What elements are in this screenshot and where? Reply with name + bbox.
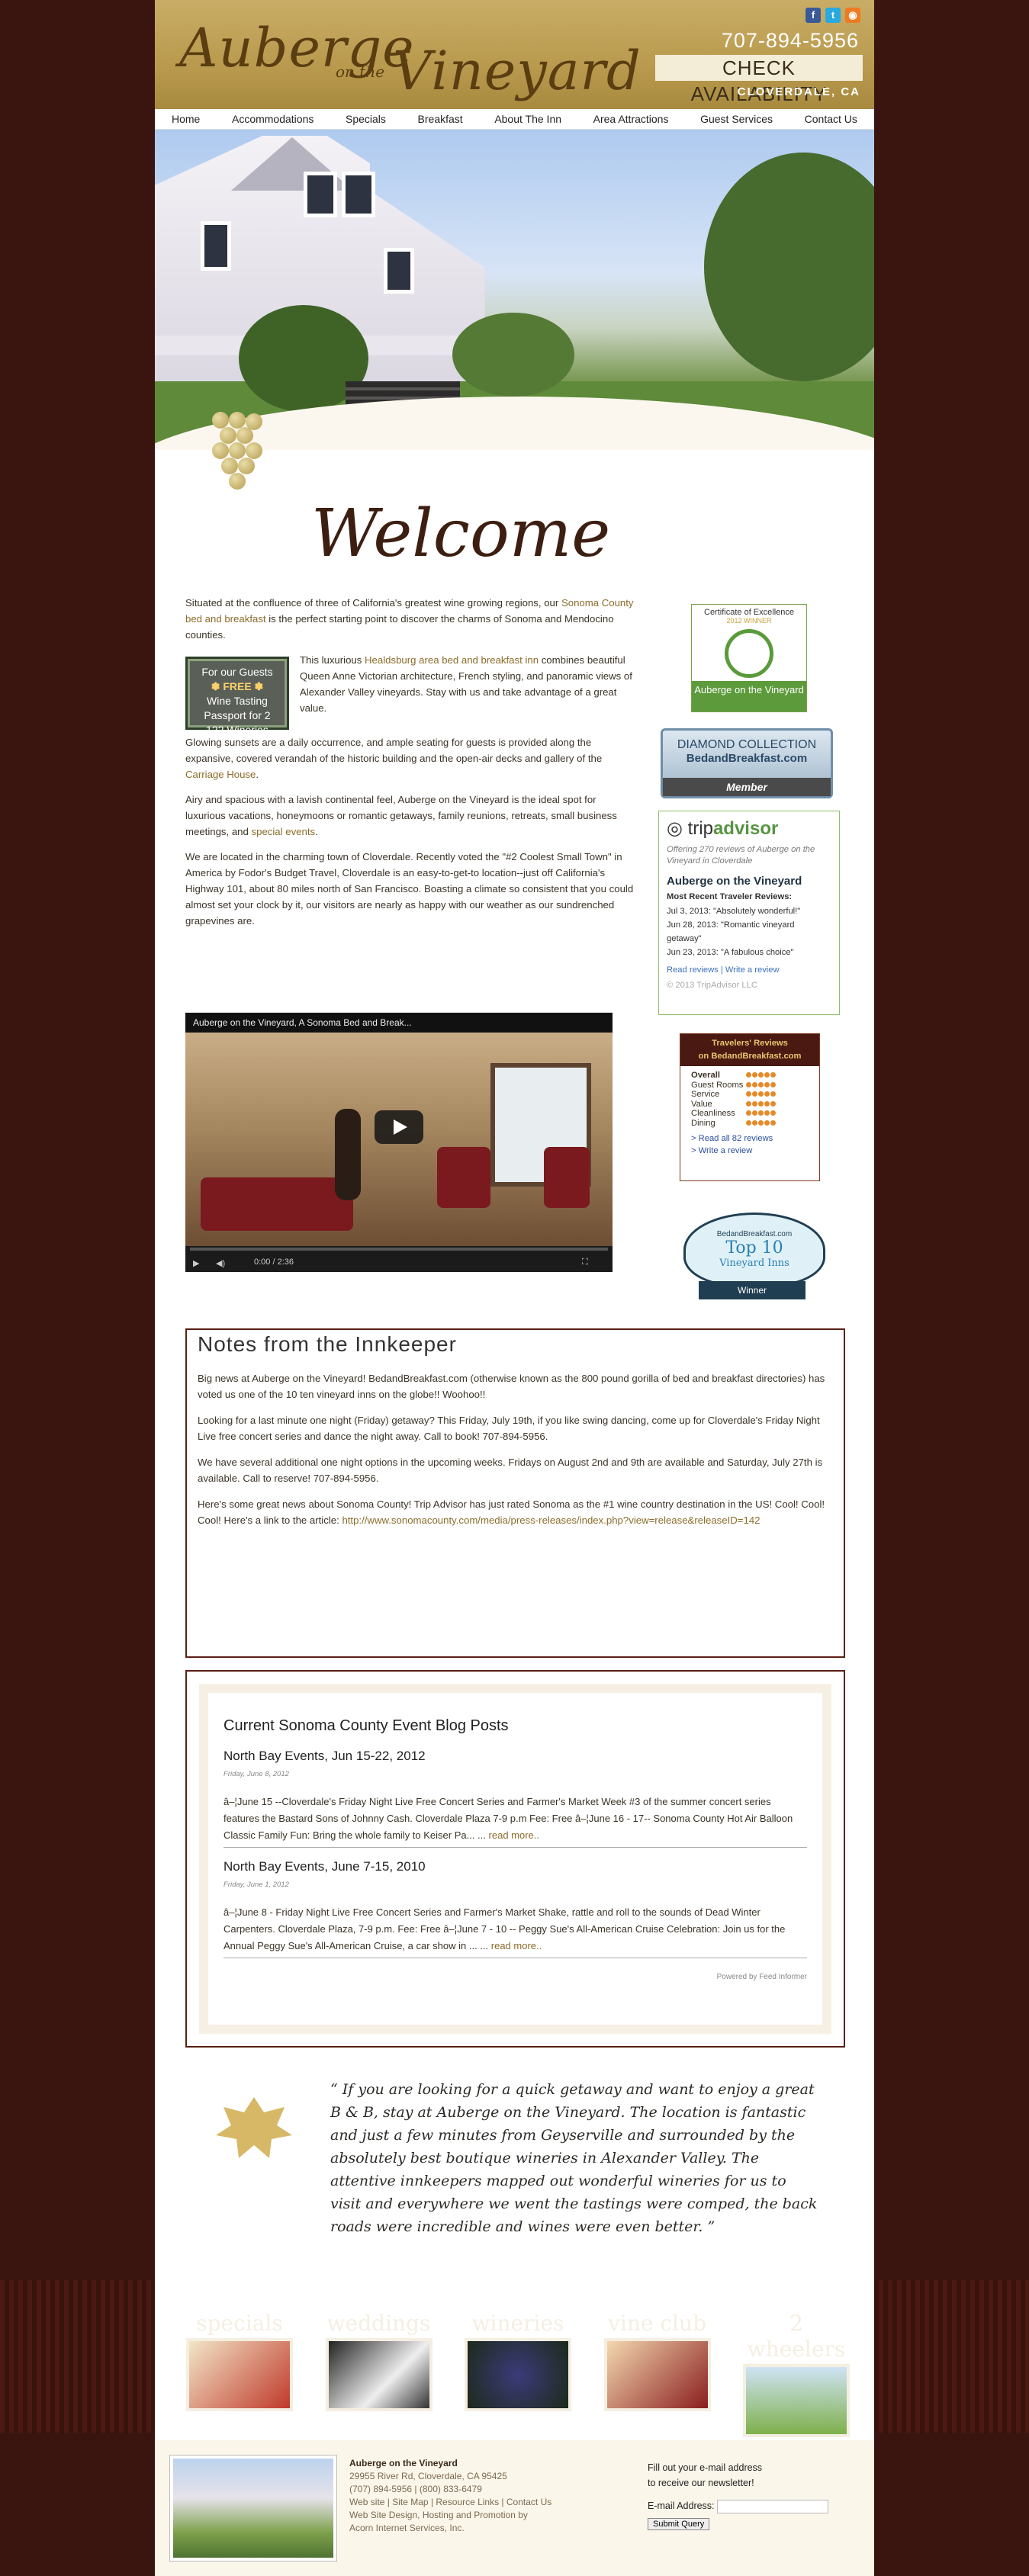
video-controls: ▶ ◀) 0:00 / 2:36 ⛶ bbox=[185, 1246, 613, 1272]
video-title: Auberge on the Vineyard, A Sonoma Bed an… bbox=[185, 1013, 613, 1033]
newsletter-form: Fill out your e-mail address to receive … bbox=[648, 2460, 854, 2531]
category-links: specials weddings wineries vine club 2 w… bbox=[182, 2311, 854, 2437]
tripadvisor-logo[interactable]: ◎ tripadvisor bbox=[667, 817, 831, 840]
nav-contact[interactable]: Contact Us bbox=[805, 109, 857, 129]
video-player[interactable]: Auberge on the Vineyard, A Sonoma Bed an… bbox=[185, 1013, 613, 1272]
carriage-house-link[interactable]: Carriage House bbox=[185, 769, 256, 780]
fullscreen-icon[interactable]: ⛶ bbox=[582, 1249, 588, 1275]
email-input[interactable] bbox=[717, 2499, 829, 2513]
powered-by: Powered by Feed Informer bbox=[716, 1973, 807, 1981]
social-links: f t ◉ bbox=[806, 8, 860, 23]
twitter-icon[interactable]: t bbox=[825, 8, 841, 23]
innkeeper-notes: Notes from the Innkeeper Big news at Aub… bbox=[185, 1328, 845, 1658]
events-title: Current Sonoma County Event Blog Posts bbox=[223, 1717, 509, 1734]
nav-guest-services[interactable]: Guest Services bbox=[700, 109, 773, 129]
category-2-wheelers[interactable]: 2 wheelers bbox=[739, 2311, 854, 2437]
grape-leaf-icon bbox=[216, 2097, 292, 2158]
nav-breakfast[interactable]: Breakfast bbox=[418, 109, 463, 129]
intro-content: Situated at the confluence of three of C… bbox=[185, 597, 634, 927]
press-release-link[interactable]: http://www.sonomacounty.com/media/press-… bbox=[342, 1514, 760, 1526]
write-a-review-link[interactable]: > Write a review bbox=[691, 1145, 809, 1157]
header-phone: 707-894-5956 bbox=[721, 29, 859, 52]
header: Auberge on the Vineyard f t ◉ 707-894-59… bbox=[155, 0, 874, 109]
event-blog-posts: Current Sonoma County Event Blog Posts N… bbox=[185, 1670, 845, 2048]
category-specials[interactable]: specials bbox=[182, 2311, 297, 2411]
owl-icon bbox=[725, 629, 773, 678]
footer: Auberge on the Vineyard 29955 River Rd, … bbox=[155, 2440, 874, 2576]
header-city: CLOVERDALE, CA bbox=[737, 85, 860, 98]
diamond-collection-badge[interactable]: DIAMOND COLLECTION BedandBreakfast.com M… bbox=[661, 728, 833, 798]
nav-about[interactable]: About The Inn bbox=[494, 109, 561, 129]
post-title[interactable]: North Bay Events, June 7-15, 2010 bbox=[223, 1858, 807, 1875]
footer-links[interactable]: Web site | Site Map | Resource Links | C… bbox=[349, 2496, 551, 2509]
read-reviews-link[interactable]: Read reviews bbox=[667, 965, 719, 975]
category-wineries[interactable]: wineries bbox=[461, 2311, 575, 2411]
special-events-link[interactable]: special events bbox=[252, 826, 316, 837]
welcome-heading: Welcome bbox=[311, 496, 611, 572]
acorn-link[interactable]: Acorn Internet Services, Inc. bbox=[349, 2522, 551, 2535]
guest-quote: “ If you are looking for a quick getaway… bbox=[330, 2081, 818, 2235]
rss-icon[interactable]: ◉ bbox=[845, 8, 860, 23]
inn-photo bbox=[170, 2456, 336, 2561]
footer-address: Auberge on the Vineyard 29955 River Rd, … bbox=[349, 2458, 552, 2535]
nav-home[interactable]: Home bbox=[172, 109, 200, 129]
top10-badge[interactable]: BedandBreakfast.com Top 10 Vineyard Inns… bbox=[676, 1206, 828, 1306]
bedandbreakfast-reviews-widget: Travelers' Reviews on BedandBreakfast.com… bbox=[680, 1033, 820, 1181]
free-passport-promo[interactable]: For our Guests ✽ FREE ✽ Wine Tasting Pas… bbox=[185, 657, 289, 736]
facebook-icon[interactable]: f bbox=[806, 8, 821, 23]
read-all-reviews-link[interactable]: > Read all 82 reviews bbox=[691, 1132, 809, 1145]
video-time: 0:00 / 2:36 bbox=[254, 1257, 294, 1267]
tripadvisor-certificate[interactable]: Certificate of Excellence 2012 WINNER Au… bbox=[691, 604, 807, 712]
grapes-decoration bbox=[204, 412, 265, 526]
notes-title: Notes from the Innkeeper bbox=[198, 1332, 457, 1356]
volume-icon[interactable]: ◀) bbox=[216, 1251, 225, 1277]
tripadvisor-widget: ◎ tripadvisor Offering 270 reviews of Au… bbox=[658, 811, 840, 1015]
write-review-link[interactable]: Write a review bbox=[725, 965, 780, 975]
nav-area-attractions[interactable]: Area Attractions bbox=[593, 109, 669, 129]
category-weddings[interactable]: weddings bbox=[322, 2311, 436, 2411]
main-nav: Home Accommodations Specials Breakfast A… bbox=[155, 109, 874, 130]
submit-button[interactable]: Submit Query bbox=[648, 2518, 710, 2530]
play-button[interactable] bbox=[375, 1110, 423, 1144]
page: Auberge on the Vineyard f t ◉ 707-894-59… bbox=[155, 0, 874, 2576]
category-vine-club[interactable]: vine club bbox=[600, 2311, 715, 2411]
check-availability-button[interactable]: CHECK AVAILABILITY bbox=[655, 55, 863, 105]
post-title[interactable]: North Bay Events, Jun 15-22, 2012 bbox=[223, 1748, 807, 1765]
read-more-link[interactable]: read more.. bbox=[489, 1829, 539, 1841]
hero-image bbox=[155, 130, 874, 450]
healdsburg-link[interactable]: Healdsburg area bed and breakfast inn bbox=[365, 654, 539, 666]
logo[interactable]: Auberge on the Vineyard bbox=[172, 11, 641, 102]
play-icon[interactable]: ▶ bbox=[193, 1251, 199, 1277]
read-more-link[interactable]: read more.. bbox=[491, 1940, 542, 1951]
nav-specials[interactable]: Specials bbox=[346, 109, 386, 129]
nav-accommodations[interactable]: Accommodations bbox=[232, 109, 314, 129]
